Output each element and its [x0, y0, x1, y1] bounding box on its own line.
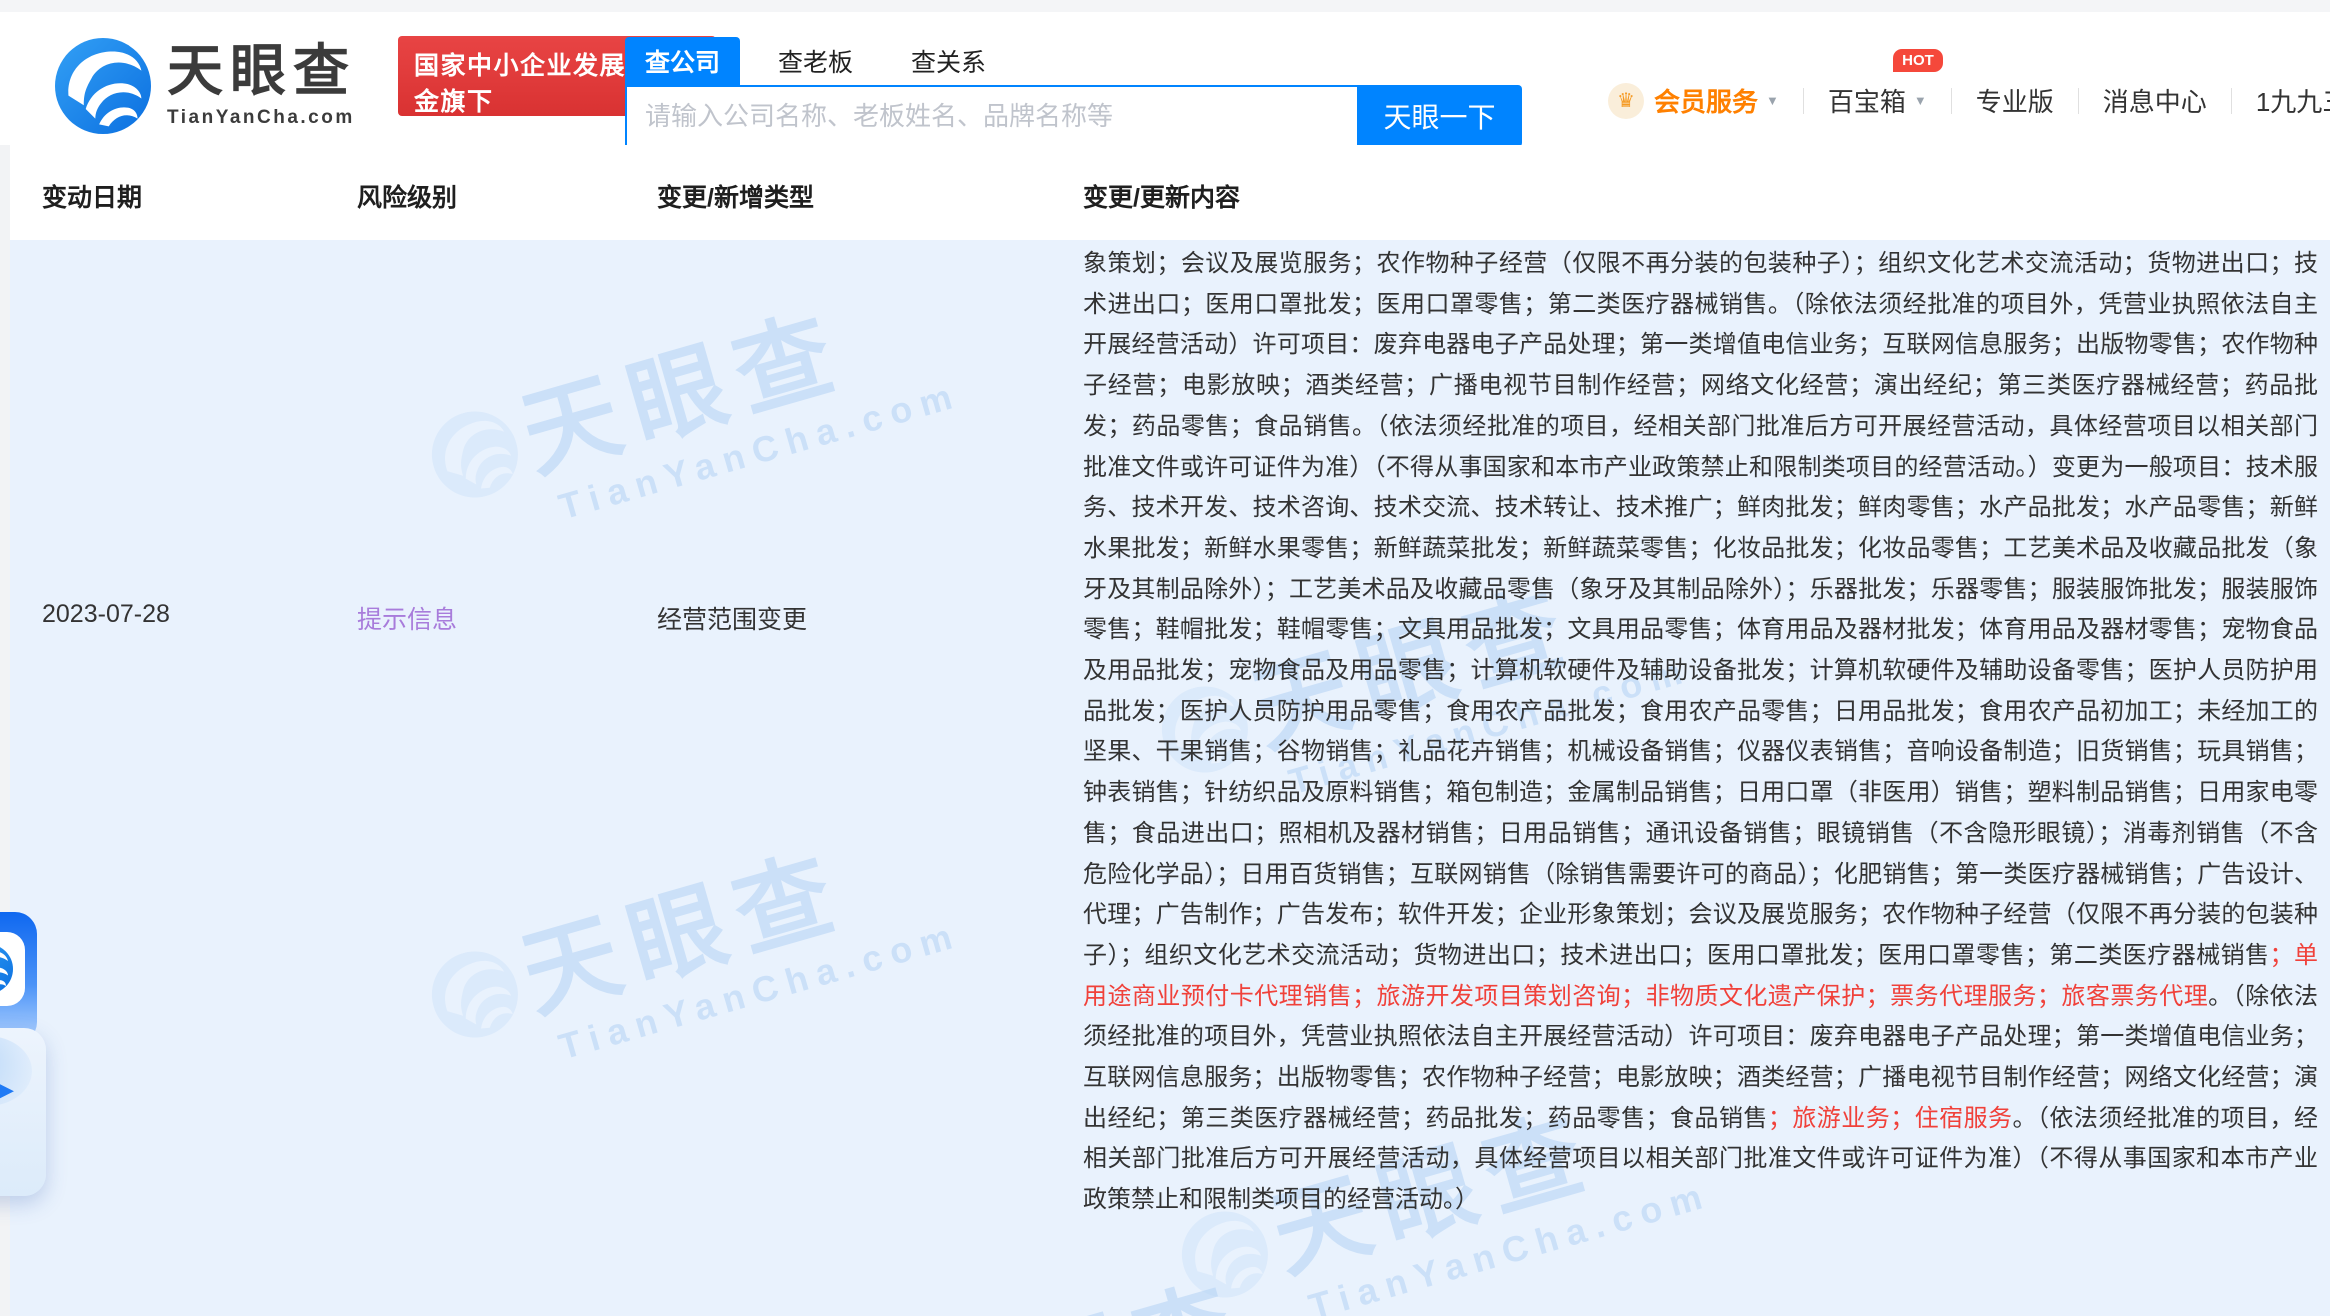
nav-user-account[interactable]: 1九九三: [2256, 82, 2330, 119]
table-header-row: 变动日期 风险级别 变更/新增类型 变更/更新内容: [10, 145, 2330, 240]
nav-divider: [1803, 88, 1804, 114]
crown-icon: ♛: [1608, 83, 1644, 119]
site-header: 天眼查 TianYanCha.com 国家中小企业发展子基金旗下 官方备案企业征…: [0, 12, 2330, 145]
tianyancha-logo[interactable]: 天眼查 TianYanCha.com: [55, 38, 356, 134]
nav-message-center[interactable]: 消息中心: [2103, 82, 2207, 119]
top-nav: ♛ 会员服务 ▼ HOT 百宝箱 ▼ 专业版 消息中心 1九九三: [1608, 82, 2330, 119]
column-header-change-type: 变更/新增类型: [657, 178, 814, 214]
hot-badge: HOT: [1893, 49, 1943, 72]
watermark-swirl-icon: [422, 941, 528, 1047]
column-header-change-content: 变更/更新内容: [1083, 178, 1240, 214]
search-area: 查公司 查老板 查关系 天眼一下: [625, 37, 1522, 147]
nav-divider: [2231, 88, 2232, 114]
content-segment: 象策划；会议及展览服务；农作物种子经营（仅限不再分装的包装种子）；组织文化艺术交…: [1083, 250, 2318, 969]
watermark-swirl-icon: [422, 401, 528, 507]
top-strip: [0, 0, 2330, 12]
tianyancha-watermark: 天眼查 TianYanCha.com: [420, 275, 965, 558]
tab-search-boss[interactable]: 查老板: [758, 37, 873, 85]
app-promo-card[interactable]: ▶ P: [0, 1028, 46, 1196]
search-input[interactable]: [625, 85, 1357, 147]
chevron-down-icon: ▼: [1766, 93, 1779, 108]
nav-vip-label: 会员服务: [1654, 82, 1758, 119]
nav-professional-edition[interactable]: 专业版: [1976, 82, 2054, 119]
cell-change-type: 经营范围变更: [657, 600, 807, 636]
search-box: 天眼一下: [625, 85, 1522, 147]
column-header-risk-level: 风险级别: [357, 178, 457, 214]
table-row: 天眼查 TianYanCha.com 天眼查 TianYanCha.com 天眼…: [10, 240, 2330, 1316]
search-button[interactable]: 天眼一下: [1357, 85, 1522, 147]
nav-vip-services[interactable]: ♛ 会员服务 ▼: [1608, 82, 1779, 119]
nav-messages-label: 消息中心: [2103, 82, 2207, 119]
nav-treasure-box[interactable]: HOT 百宝箱 ▼: [1828, 82, 1927, 119]
cell-change-content: 象策划；会议及展览服务；农作物种子经营（仅限不再分装的包装种子）；组织文化艺术交…: [1083, 244, 2318, 1221]
cell-change-date: 2023-07-28: [42, 600, 170, 629]
tianyancha-watermark: 天眼查 TianYanCha.com: [420, 815, 965, 1098]
cell-risk-level-link[interactable]: 提示信息: [357, 600, 457, 636]
content-segment-highlighted: ；旅游业务；住宿服务: [1768, 1105, 2013, 1132]
logo-domain-text: TianYanCha.com: [167, 107, 356, 129]
tianyancha-swirl-icon: [55, 38, 151, 134]
logo-brand-text: 天眼查: [167, 43, 356, 99]
column-header-change-date: 变动日期: [42, 178, 142, 214]
nav-divider: [2078, 88, 2079, 114]
nav-treasure-label: 百宝箱: [1828, 82, 1906, 119]
chevron-down-icon: ▼: [1914, 93, 1927, 108]
tab-search-company[interactable]: 查公司: [625, 37, 740, 85]
tab-search-relation[interactable]: 查关系: [891, 37, 1006, 85]
nav-divider: [1951, 88, 1952, 114]
tianyancha-watermark: 天眼查 TianYanCha.com: [820, 1245, 1365, 1316]
play-icon: ▶: [0, 1074, 14, 1105]
app-promo-widget[interactable]: ▶ P: [0, 912, 50, 1196]
app-promo-banner[interactable]: [0, 912, 37, 1044]
tianyancha-app-icon: [0, 932, 25, 1006]
change-record-table: 变动日期 风险级别 变更/新增类型 变更/更新内容 天眼查 TianYanCha…: [10, 145, 2330, 1316]
nav-user-label: 1九九三: [2256, 82, 2330, 119]
nav-pro-label: 专业版: [1976, 82, 2054, 119]
search-tabs: 查公司 查老板 查关系: [625, 37, 1522, 85]
